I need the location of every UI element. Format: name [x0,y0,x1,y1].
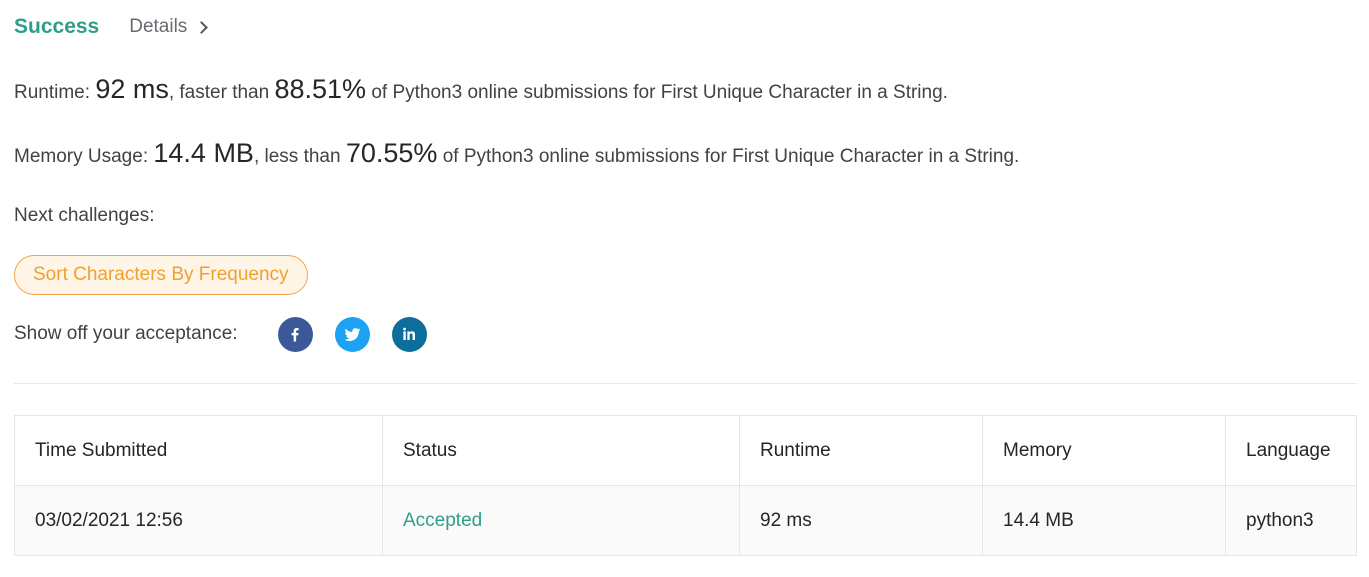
cell-memory: 14.4 MB [982,485,1226,556]
table-row: 03/02/2021 12:56 Accepted 92 ms 14.4 MB … [14,485,1357,556]
column-header-time-submitted[interactable]: Time Submitted [14,415,383,486]
runtime-suffix: of Python3 online submissions for First … [371,82,948,103]
linkedin-share-button[interactable] [391,316,427,352]
column-header-language[interactable]: Language [1225,415,1357,486]
twitter-icon [344,327,360,341]
cell-language: python3 [1225,485,1357,556]
twitter-share-button[interactable] [334,316,370,352]
cell-runtime: 92 ms [739,485,983,556]
column-header-runtime[interactable]: Runtime [739,415,983,486]
result-status-title: Success [14,15,100,38]
memory-stat: Memory Usage: 14.4 MB, less than 70.55% … [14,138,1019,169]
section-divider [14,383,1357,384]
column-header-status[interactable]: Status [382,415,740,486]
details-link[interactable]: Details [129,16,209,38]
runtime-value: 92 ms [95,74,169,104]
memory-value: 14.4 MB [153,138,254,168]
table-header-row: Time Submitted Status Runtime Memory Lan… [14,415,1357,486]
chevron-right-icon [195,21,209,34]
challenge-sort-characters-button[interactable]: Sort Characters By Frequency [14,255,308,295]
details-link-label: Details [129,16,188,37]
runtime-comparison: , faster than [168,82,270,103]
linkedin-icon [403,327,416,340]
memory-percent: 70.55% [345,138,438,168]
memory-label: Memory Usage: [14,146,149,167]
cell-status-accepted-link[interactable]: Accepted [382,485,740,556]
facebook-share-button[interactable] [277,316,313,352]
cell-time-submitted: 03/02/2021 12:56 [14,485,383,556]
share-label: Show off your acceptance: [14,323,238,344]
share-row: Show off your acceptance: [14,315,449,353]
next-challenges-label: Next challenges: [14,205,155,226]
runtime-stat: Runtime: 92 ms, faster than 88.51% of Py… [14,74,948,105]
runtime-label: Runtime: [14,82,91,103]
memory-suffix: of Python3 online submissions for First … [442,146,1020,167]
facebook-icon [291,328,299,342]
memory-comparison: , less than [253,146,341,167]
column-header-memory[interactable]: Memory [982,415,1226,486]
result-header: Success Details [14,12,209,42]
submissions-table: Time Submitted Status Runtime Memory Lan… [14,415,1357,556]
runtime-percent: 88.51% [274,74,367,104]
